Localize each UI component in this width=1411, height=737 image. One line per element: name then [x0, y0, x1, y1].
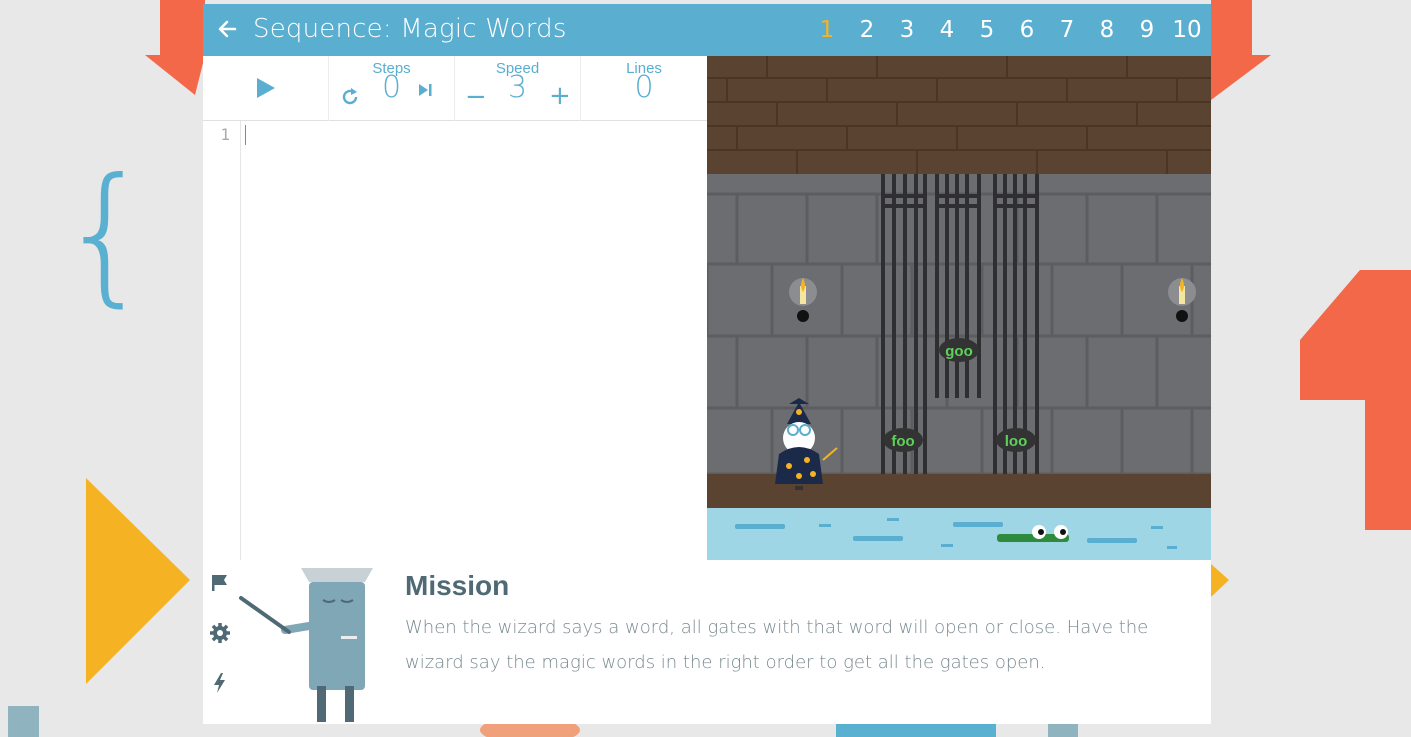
gate-label-loo: loo	[1005, 433, 1028, 450]
run-cell	[203, 56, 329, 121]
level-5[interactable]: 5	[967, 17, 1007, 43]
mission-title: Mission	[405, 570, 510, 601]
gate-label-goo: goo	[945, 343, 973, 360]
bolt-icon[interactable]	[209, 672, 231, 694]
lines-value: 0	[634, 70, 654, 105]
mission-panel: Mission When the wizard says a word, all…	[203, 560, 1211, 724]
flag-icon[interactable]	[209, 572, 231, 594]
arrow-left-icon	[218, 20, 237, 38]
gate-label-foo: foo	[891, 433, 914, 450]
level-3[interactable]: 3	[887, 17, 927, 43]
mission-description: When the wizard says a word, all gates w…	[405, 617, 1149, 673]
level-1[interactable]: 1	[807, 17, 847, 43]
back-button[interactable]	[215, 14, 245, 44]
gear-icon[interactable]	[209, 622, 231, 644]
level-2[interactable]: 2	[847, 17, 887, 43]
line-gutter: 1	[203, 121, 241, 561]
line-number: 1	[220, 125, 230, 144]
game-scene: foo goo loo	[707, 56, 1211, 560]
code-editor[interactable]: 1	[203, 121, 707, 561]
text-cursor	[245, 125, 246, 145]
level-7[interactable]: 7	[1047, 17, 1087, 43]
level-6[interactable]: 6	[1007, 17, 1047, 43]
steps-value: 0	[381, 70, 402, 105]
level-10[interactable]: 10	[1167, 17, 1207, 43]
app-window: Sequence: Magic Words 1 2 3 4 5 6 7 8 9 …	[203, 4, 1211, 724]
lines-cell: Lines 0	[581, 56, 707, 121]
steps-cell: Steps 0	[329, 56, 455, 121]
header-bar: Sequence: Magic Words 1 2 3 4 5 6 7 8 9 …	[203, 4, 1211, 56]
page-title: Sequence: Magic Words	[253, 14, 567, 44]
level-selector: 1 2 3 4 5 6 7 8 9 10	[807, 4, 1211, 56]
level-9[interactable]: 9	[1127, 17, 1167, 43]
speed-cell: Speed − 3 +	[455, 56, 581, 121]
play-icon[interactable]	[255, 76, 277, 100]
game-canvas: foo goo loo	[707, 56, 1211, 560]
step-forward-icon[interactable]	[417, 82, 433, 98]
robot-mascot	[239, 568, 373, 722]
toolbar: Steps 0 Speed − 3 + Lines 0	[203, 56, 707, 121]
level-8[interactable]: 8	[1087, 17, 1127, 43]
level-4[interactable]: 4	[927, 17, 967, 43]
svg-text:{: {	[58, 147, 153, 321]
speed-increase-button[interactable]: +	[549, 81, 571, 111]
